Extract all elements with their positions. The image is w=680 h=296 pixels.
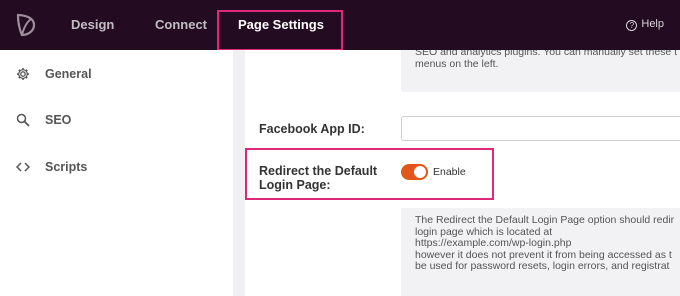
redirect-login-label: Redirect the Default Login Page: bbox=[259, 164, 377, 192]
tab-design[interactable]: Design bbox=[71, 0, 114, 50]
redirect-login-toggle[interactable] bbox=[401, 164, 428, 180]
toggle-enable-label: Enable bbox=[433, 166, 466, 178]
sidebar-divider bbox=[233, 50, 245, 296]
page-settings-highlight bbox=[217, 10, 343, 51]
gear-icon bbox=[17, 68, 29, 80]
seedprod-logo-icon[interactable] bbox=[12, 11, 40, 39]
facebook-app-id-input[interactable] bbox=[401, 116, 680, 141]
sidebar-item-label: SEO bbox=[45, 113, 72, 127]
seo-info-box: SEO and analytics plugins. You can manua… bbox=[401, 50, 680, 92]
info-text-line: be used for password resets, login error… bbox=[415, 260, 670, 272]
toggle-knob bbox=[414, 166, 426, 178]
help-link[interactable]: ? Help bbox=[626, 0, 664, 50]
info-text-line: The Redirect the Default Login Page opti… bbox=[415, 214, 675, 226]
search-icon bbox=[16, 113, 30, 127]
sidebar: General SEO Scripts bbox=[0, 50, 233, 296]
page-settings-panel: SEO and analytics plugins. You can manua… bbox=[245, 50, 680, 296]
redirect-info-box: The Redirect the Default Login Page opti… bbox=[401, 208, 680, 296]
code-icon bbox=[16, 162, 30, 172]
redirect-login-label-line: Redirect the Default bbox=[259, 164, 378, 178]
info-text-line: https://example.com/wp-login.php bbox=[415, 237, 572, 249]
sidebar-item-label: General bbox=[45, 67, 92, 81]
help-icon: ? bbox=[626, 20, 638, 31]
help-label: Help bbox=[641, 18, 664, 30]
sidebar-item-label: Scripts bbox=[45, 160, 88, 174]
tab-connect[interactable]: Connect bbox=[155, 0, 207, 50]
facebook-app-id-label: Facebook App ID: bbox=[259, 122, 365, 136]
redirect-login-label-line: Login Page: bbox=[259, 178, 331, 192]
info-text-line: menus on the left. bbox=[415, 57, 499, 70]
top-navigation-bar: Design Connect Page Settings ? Help bbox=[0, 0, 680, 51]
